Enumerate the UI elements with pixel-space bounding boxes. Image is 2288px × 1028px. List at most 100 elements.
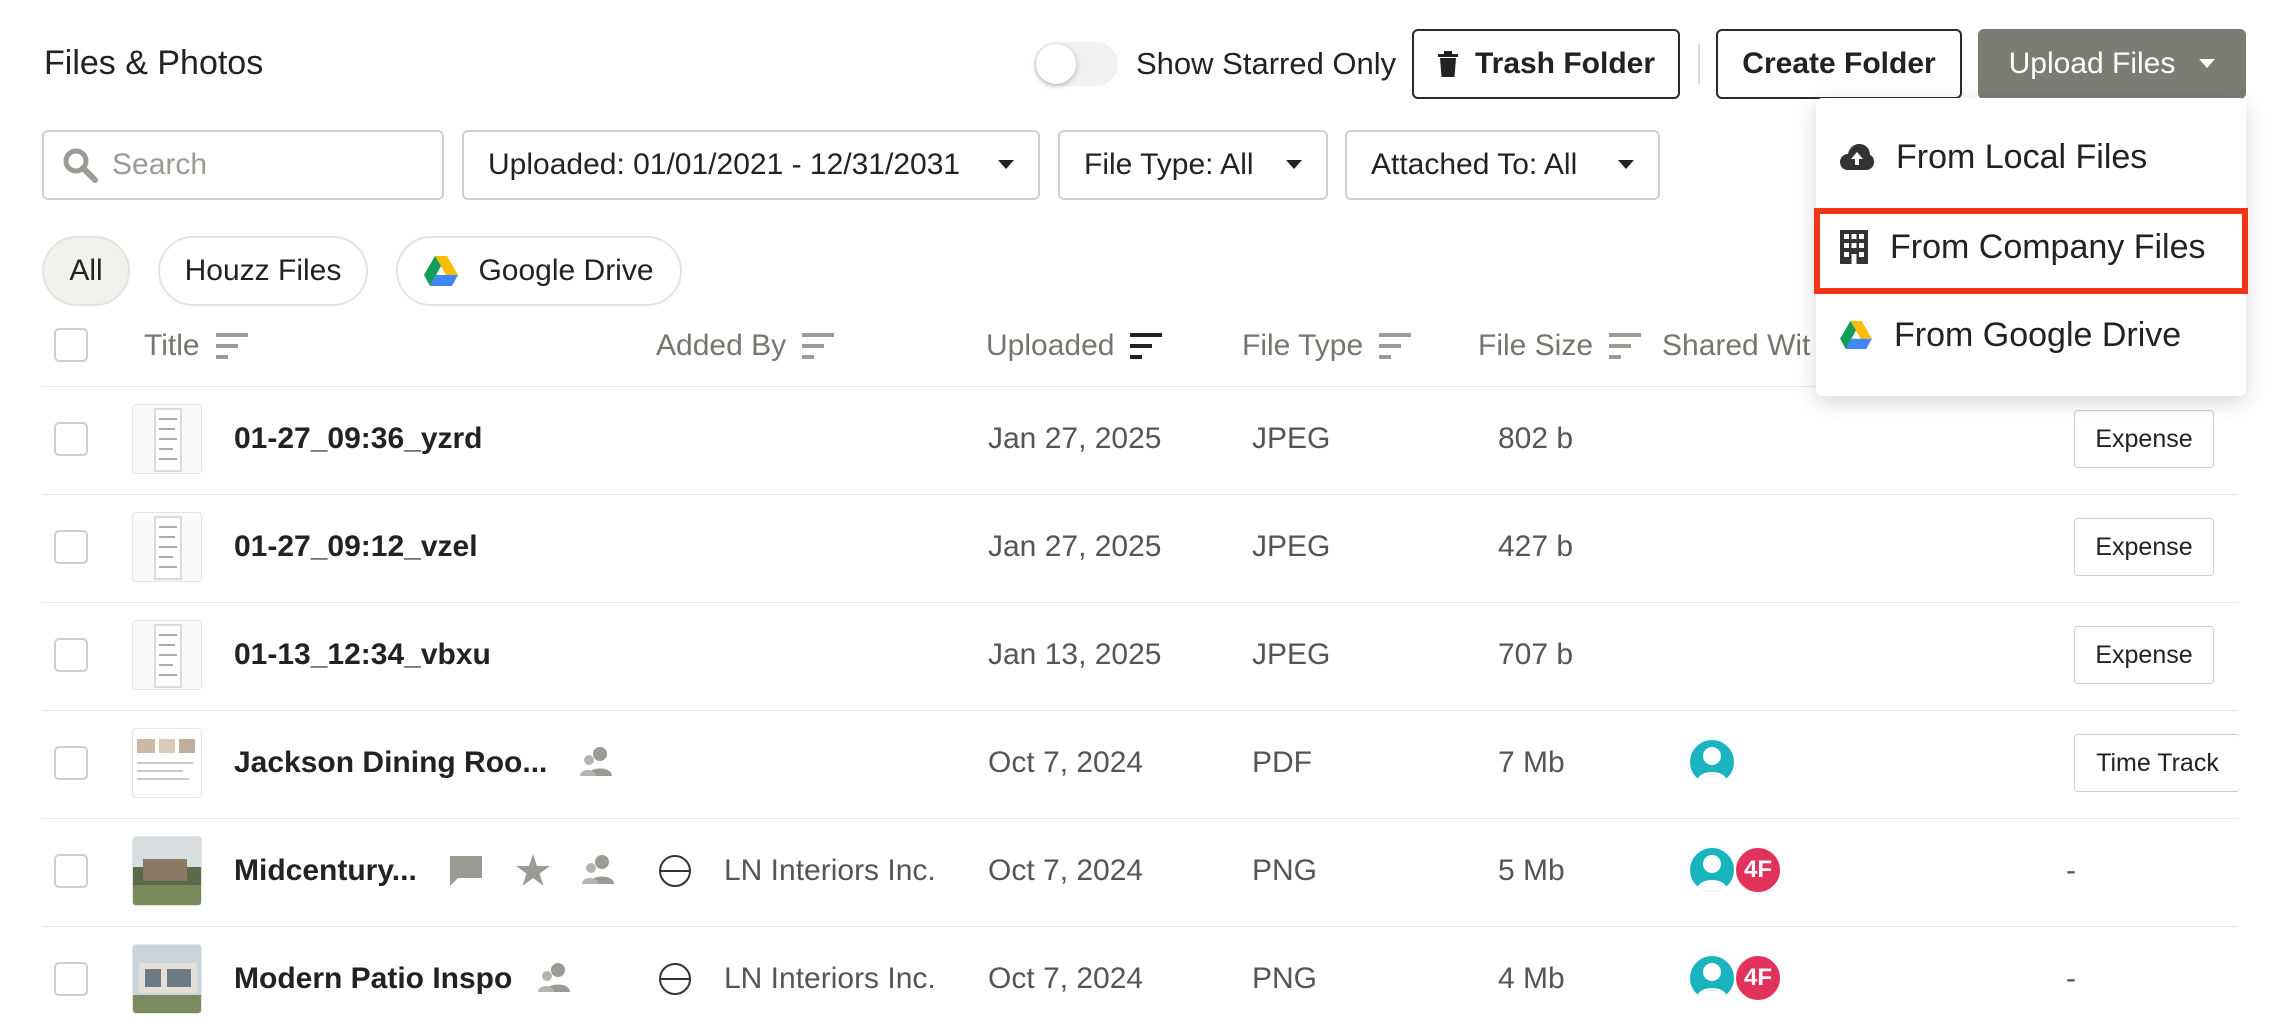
tab-houzz-files[interactable]: Houzz Files bbox=[158, 236, 368, 306]
row-divider bbox=[42, 494, 2238, 495]
tab-all[interactable]: All bbox=[42, 236, 130, 306]
sort-active-icon bbox=[1130, 333, 1163, 359]
column-header-file-size[interactable]: File Size bbox=[1478, 326, 1642, 366]
file-thumbnail[interactable] bbox=[132, 836, 202, 906]
avatar-initials: 4F bbox=[1734, 954, 1782, 1002]
row-checkbox[interactable] bbox=[54, 422, 88, 456]
tab-google-drive[interactable]: Google Drive bbox=[396, 236, 682, 306]
menu-item-from-local-files[interactable]: From Local Files bbox=[1816, 114, 2246, 200]
shared-users-icon[interactable] bbox=[538, 962, 570, 994]
receipt-thumbnail-icon bbox=[154, 516, 182, 580]
menu-item-from-google-drive[interactable]: From Google Drive bbox=[1816, 292, 2246, 378]
header-divider bbox=[1698, 44, 1700, 84]
column-shared-with-label: Shared Wit bbox=[1662, 329, 1811, 362]
file-uploaded: Jan 13, 2025 bbox=[988, 638, 1162, 671]
avatar bbox=[1688, 846, 1736, 894]
trash-icon bbox=[1437, 51, 1458, 77]
google-drive-icon bbox=[424, 256, 459, 286]
document-thumbnail-icon bbox=[133, 729, 201, 797]
user-icon bbox=[1696, 747, 1728, 784]
attached-to-tag[interactable]: Expense bbox=[2074, 410, 2214, 468]
search-input[interactable] bbox=[112, 148, 412, 182]
photo-thumbnail-icon bbox=[133, 837, 201, 905]
row-checkbox[interactable] bbox=[54, 854, 88, 888]
shared-users-icon[interactable] bbox=[580, 746, 612, 778]
trash-folder-button[interactable]: Trash Folder bbox=[1412, 29, 1680, 99]
select-all-checkbox[interactable] bbox=[54, 328, 88, 362]
file-thumbnail[interactable] bbox=[132, 404, 202, 474]
file-title[interactable]: 01-13_12:34_vbxu bbox=[234, 638, 491, 672]
row-divider bbox=[42, 602, 2238, 603]
upload-files-button[interactable]: Upload Files bbox=[1978, 29, 2246, 99]
shared-users-icon[interactable] bbox=[582, 854, 614, 886]
chevron-down-icon bbox=[2199, 59, 2216, 68]
attached-to-tag[interactable]: Time Track bbox=[2074, 734, 2240, 792]
row-divider bbox=[42, 710, 2238, 711]
row-checkbox[interactable] bbox=[54, 962, 88, 996]
column-file-type-label: File Type bbox=[1242, 329, 1364, 362]
added-by: LN Interiors Inc. bbox=[724, 962, 936, 995]
file-thumbnail[interactable] bbox=[132, 512, 202, 582]
avatar-initials: 4F bbox=[1734, 846, 1782, 894]
column-header-uploaded[interactable]: Uploaded bbox=[986, 326, 1163, 366]
upload-files-label: Upload Files bbox=[2008, 47, 2176, 80]
file-size: 7 Mb bbox=[1498, 746, 1565, 779]
attached-to-tag[interactable]: Expense bbox=[2074, 626, 2214, 684]
column-header-file-type[interactable]: File Type bbox=[1242, 326, 1412, 366]
chevron-down-icon bbox=[998, 160, 1014, 169]
company-logo-icon bbox=[659, 855, 691, 887]
file-title[interactable]: Midcentury... bbox=[234, 854, 417, 888]
file-type-filter-label: File Type: All bbox=[1084, 148, 1254, 181]
column-file-size-label: File Size bbox=[1478, 329, 1594, 362]
file-type-filter[interactable]: File Type: All bbox=[1058, 130, 1328, 200]
sort-icon bbox=[802, 333, 835, 359]
file-uploaded: Jan 27, 2025 bbox=[988, 530, 1162, 563]
receipt-thumbnail-icon bbox=[154, 624, 182, 688]
attached-to-tag[interactable]: Expense bbox=[2074, 518, 2214, 576]
avatar bbox=[1688, 954, 1736, 1002]
create-folder-button[interactable]: Create Folder bbox=[1716, 29, 1962, 99]
file-type: PDF bbox=[1252, 746, 1312, 779]
avatar bbox=[1688, 738, 1736, 786]
chevron-down-icon bbox=[1286, 160, 1302, 169]
google-drive-icon bbox=[1840, 321, 1872, 349]
comment-icon[interactable] bbox=[450, 856, 482, 886]
file-title[interactable]: 01-27_09:12_vzel bbox=[234, 530, 478, 564]
row-checkbox[interactable] bbox=[54, 638, 88, 672]
column-header-shared-with[interactable]: Shared Wit bbox=[1662, 326, 1810, 366]
star-icon[interactable] bbox=[516, 854, 550, 886]
file-thumbnail[interactable] bbox=[132, 944, 202, 1014]
file-uploaded: Oct 7, 2024 bbox=[988, 746, 1144, 779]
search-box[interactable] bbox=[42, 130, 444, 200]
row-checkbox[interactable] bbox=[54, 746, 88, 780]
row-divider bbox=[42, 818, 2238, 819]
file-thumbnail[interactable] bbox=[132, 620, 202, 690]
user-icon bbox=[1696, 855, 1728, 892]
search-icon bbox=[63, 148, 98, 183]
file-title[interactable]: Modern Patio Inspo bbox=[234, 962, 512, 996]
file-type: PNG bbox=[1252, 854, 1318, 887]
google-drive-tab-label: Google Drive bbox=[478, 254, 654, 287]
column-added-by-label: Added By bbox=[656, 329, 787, 362]
row-checkbox[interactable] bbox=[54, 530, 88, 564]
uploaded-date-filter-label: Uploaded: 01/01/2021 - 12/31/2031 bbox=[488, 148, 961, 181]
file-title[interactable]: Jackson Dining Roo... bbox=[234, 746, 547, 780]
column-title-label: Title bbox=[144, 329, 200, 362]
show-starred-label: Show Starred Only bbox=[1136, 46, 1397, 81]
file-size: 802 b bbox=[1498, 422, 1574, 455]
uploaded-date-filter[interactable]: Uploaded: 01/01/2021 - 12/31/2031 bbox=[462, 130, 1040, 200]
attached-to-filter-label: Attached To: All bbox=[1371, 148, 1578, 181]
menu-item-label: From Local Files bbox=[1896, 137, 2148, 176]
page-title: Files & Photos bbox=[44, 44, 264, 82]
file-type: JPEG bbox=[1252, 422, 1331, 455]
file-thumbnail[interactable] bbox=[132, 728, 202, 798]
column-header-added-by[interactable]: Added By bbox=[656, 326, 835, 366]
chevron-down-icon bbox=[1618, 160, 1634, 169]
file-size: 4 Mb bbox=[1498, 962, 1565, 995]
column-header-title[interactable]: Title bbox=[144, 326, 248, 366]
attached-to-filter[interactable]: Attached To: All bbox=[1345, 130, 1660, 200]
sort-icon bbox=[1609, 333, 1642, 359]
added-by: LN Interiors Inc. bbox=[724, 854, 936, 887]
show-starred-toggle[interactable] bbox=[1034, 42, 1118, 86]
file-title[interactable]: 01-27_09:36_yzrd bbox=[234, 422, 483, 456]
